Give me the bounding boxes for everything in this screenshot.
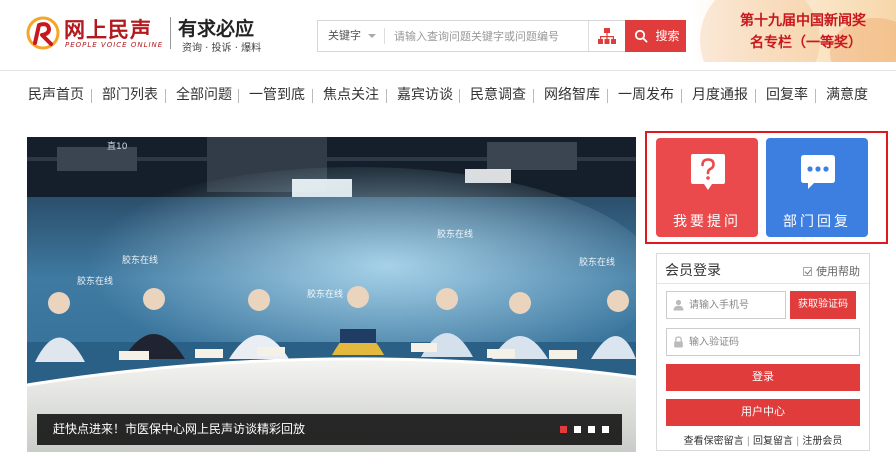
login-button[interactable]: 登录: [666, 364, 860, 391]
main-nav: 民声首页 部门列表 全部问题 一管到底 焦点关注 嘉宾访谈 民意调查 网络智库 …: [18, 78, 896, 112]
site-logo[interactable]: 网上民声 PEOPLE VOICE ONLINE 有求必应 资询 · 投诉 · …: [26, 14, 276, 54]
nav-divider: [533, 89, 534, 103]
nav-divider: [238, 89, 239, 103]
sitemap-button[interactable]: [589, 21, 625, 51]
link-divider: |: [796, 436, 800, 447]
nav-item-monthly[interactable]: 月度通报: [692, 78, 748, 112]
help-label: 使用帮助: [816, 265, 860, 278]
news-carousel[interactable]: 直10 胶东在线 胶东在线 胶东在线 胶东在线 胶东在线 赶快点进来！市医保中心…: [27, 137, 636, 452]
code-field: [666, 328, 860, 356]
studio-sign: 胶东在线: [579, 256, 615, 268]
nav-item-follow-through[interactable]: 一管到底: [249, 78, 305, 112]
logo-slogan: 有求必应: [178, 18, 255, 40]
nav-item-weekly[interactable]: 一周发布: [618, 78, 674, 112]
nav-item-departments[interactable]: 部门列表: [102, 78, 158, 112]
search-type-select[interactable]: 关键字: [318, 21, 382, 51]
header-divider: [0, 70, 896, 71]
search-button-label: 搜索: [655, 29, 680, 43]
link-divider: |: [746, 436, 750, 447]
award-banner[interactable]: 第十九届中国新闻奖 名专栏（一等奖）: [690, 0, 896, 62]
nav-item-think-tank[interactable]: 网络智库: [544, 78, 600, 112]
studio-sign: 胶东在线: [122, 254, 158, 266]
search-type-label: 关键字: [328, 29, 361, 42]
nav-divider: [755, 89, 756, 103]
logo-title: 网上民声: [64, 18, 152, 42]
phone-input[interactable]: [689, 292, 789, 318]
logo-divider: [170, 17, 171, 49]
studio-sign: 胶东在线: [307, 288, 343, 300]
search-bar: 关键字 搜索: [317, 20, 686, 52]
nav-divider: [459, 89, 460, 103]
carousel-dot[interactable]: [560, 426, 567, 433]
nav-divider: [312, 89, 313, 103]
login-links: 查看保密留言 | 回复留言 | 注册会员: [657, 432, 869, 447]
nav-item-reply-rate[interactable]: 回复率: [766, 78, 808, 112]
nav-divider: [91, 89, 92, 103]
carousel-caption[interactable]: 赶快点进来！市医保中心网上民声访谈精彩回放: [53, 414, 305, 445]
carousel-dot[interactable]: [588, 426, 595, 433]
search-button[interactable]: 搜索: [625, 20, 686, 52]
nav-item-all-questions[interactable]: 全部问题: [176, 78, 232, 112]
member-center-button[interactable]: 用户中心: [666, 399, 860, 426]
ask-question-label: 我要提问: [673, 214, 741, 230]
nav-divider: [386, 89, 387, 103]
nav-divider: [165, 89, 166, 103]
help-link[interactable]: 使用帮助: [803, 263, 860, 279]
search-icon: [634, 29, 648, 43]
get-code-button[interactable]: 获取验证码: [790, 291, 856, 319]
question-bubble-icon: [691, 154, 725, 190]
nav-divider: [607, 89, 608, 103]
action-buttons-highlight: 我要提问 部门回复: [645, 131, 888, 244]
chat-bubble-icon: [801, 155, 835, 189]
carousel-dot[interactable]: [602, 426, 609, 433]
nav-item-focus[interactable]: 焦点关注: [323, 78, 379, 112]
code-input[interactable]: [689, 329, 789, 355]
phone-field: [666, 291, 789, 319]
nav-divider: [681, 89, 682, 103]
nav-item-interviews[interactable]: 嘉宾访谈: [397, 78, 453, 112]
ask-question-button[interactable]: 我要提问: [656, 138, 758, 237]
member-login-panel: 会员登录 使用帮助 获取验证码 登录 用户中心 查看保密留言|回复留言|注册会员: [656, 253, 870, 451]
department-reply-button[interactable]: 部门回复: [766, 138, 868, 237]
nav-item-surveys[interactable]: 民意调查: [470, 78, 526, 112]
search-divider: [384, 28, 385, 44]
studio-sign: 胶东在线: [437, 228, 473, 240]
sitemap-icon: [598, 28, 616, 44]
site-header: 网上民声 PEOPLE VOICE ONLINE 有求必应 资询 · 投诉 · …: [0, 0, 896, 70]
logo-slogan-sub: 资询 · 投诉 · 爆料: [182, 43, 262, 54]
studio-sign: 胶东在线: [77, 275, 113, 287]
logo-subtitle-en: PEOPLE VOICE ONLINE: [65, 41, 164, 49]
department-reply-label: 部门回复: [783, 214, 851, 230]
view-private-messages-link[interactable]: 查看保密留言: [684, 436, 744, 447]
help-checkbox-icon: [803, 267, 812, 276]
banner-line-1: 第十九届中国新闻奖: [740, 13, 866, 29]
register-link[interactable]: 注册会员: [802, 436, 842, 447]
search-input[interactable]: [394, 21, 584, 51]
nav-divider: [815, 89, 816, 103]
carousel-dot[interactable]: [574, 426, 581, 433]
banner-line-2: 名专栏（一等奖）: [750, 35, 862, 51]
lock-icon: [674, 336, 683, 348]
login-title: 会员登录: [665, 263, 721, 279]
carousel-caption-bar: 赶快点进来！市医保中心网上民声访谈精彩回放: [37, 414, 622, 445]
chevron-down-icon: [368, 34, 376, 38]
nav-item-satisfaction[interactable]: 满意度: [826, 78, 868, 112]
user-icon: [673, 299, 684, 311]
carousel-slide-image[interactable]: 直10 胶东在线 胶东在线 胶东在线 胶东在线 胶东在线: [27, 137, 636, 452]
reply-messages-link[interactable]: 回复留言: [753, 436, 793, 447]
login-divider: [657, 283, 869, 284]
nav-item-home[interactable]: 民声首页: [28, 78, 84, 112]
studio-sign-stand: 直10: [107, 140, 128, 152]
logo-mark-icon: [26, 16, 60, 50]
